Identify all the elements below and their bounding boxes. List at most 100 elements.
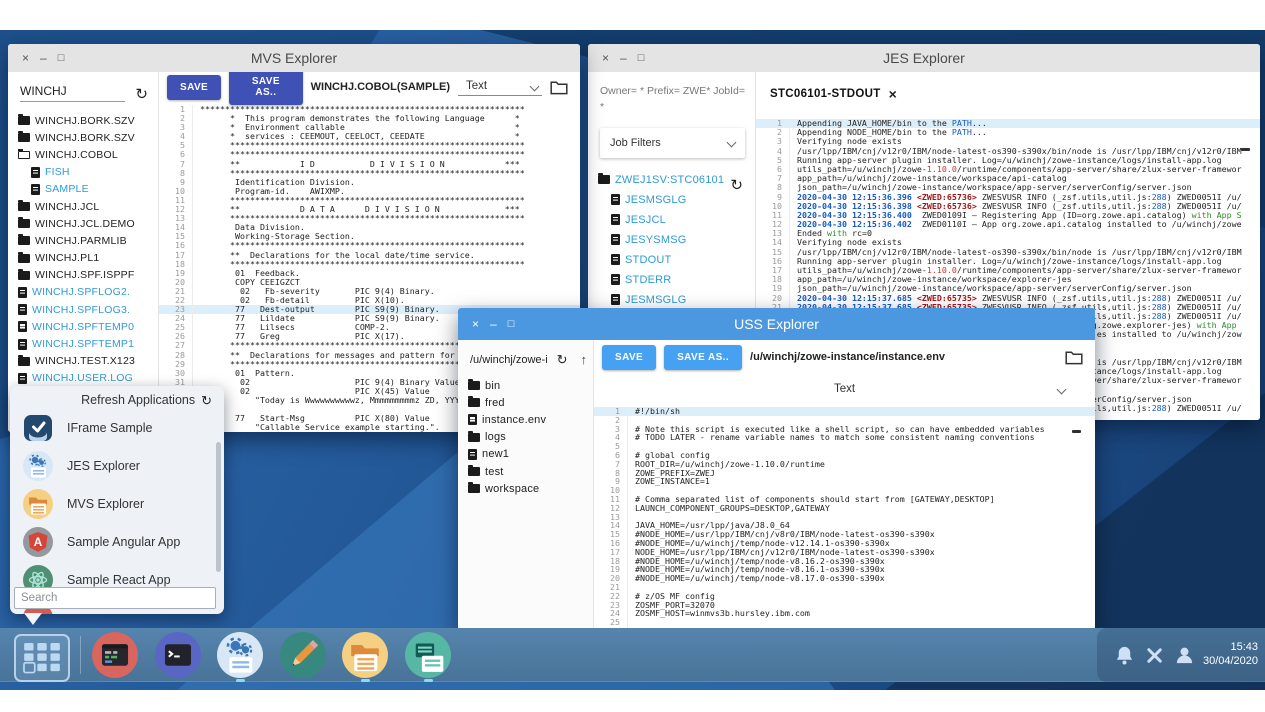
tree-item[interactable]: FISH (18, 164, 158, 181)
tree-item-label: SAMPLE (45, 183, 89, 195)
tree-item[interactable]: STDOUT (598, 250, 755, 270)
tree-item[interactable]: JESJCL (598, 210, 755, 230)
uss-toolbar: SAVE SAVE AS.. /u/winchj/zowe-instance/i… (594, 340, 1095, 374)
tree-item[interactable]: logs (468, 429, 593, 446)
jes-titlebar[interactable]: × – □ JES Explorer (588, 44, 1260, 73)
uss-explorer-icon (405, 632, 451, 678)
tab-close-icon[interactable]: × (889, 86, 897, 102)
file-icon (468, 449, 477, 460)
search-input[interactable] (14, 587, 216, 609)
minimize-icon[interactable]: – (490, 318, 497, 330)
tree-item[interactable]: WINCHJ.SPFTEMP1 (18, 335, 158, 352)
uss-main: SAVE SAVE AS.. /u/winchj/zowe-instance/i… (594, 340, 1095, 630)
tree-item[interactable]: WINCHJ.JCL (18, 198, 158, 215)
maximize-icon[interactable]: □ (58, 53, 65, 64)
app-grid-button[interactable] (14, 634, 70, 682)
qualifier-input[interactable]: WINCHJ (20, 82, 125, 102)
line-number: 7 (756, 174, 790, 183)
tree-item[interactable]: new1 (468, 446, 593, 463)
save-button[interactable]: SAVE (167, 75, 221, 100)
mvs-titlebar[interactable]: × – □ MVS Explorer (8, 44, 580, 73)
minimize-icon[interactable]: – (40, 52, 47, 64)
file-icon (18, 373, 27, 384)
line-number: 7 (159, 160, 193, 169)
code-editor[interactable]: 1#!/bin/sh23# Note this script is execut… (594, 404, 1095, 630)
tree-item[interactable]: bin (468, 377, 593, 394)
taskbar-app-editor-pencil[interactable] (280, 632, 326, 678)
tree-item[interactable]: WINCHJ.PARMLIB (18, 232, 158, 249)
tree-item[interactable]: SAMPLE (18, 181, 158, 198)
taskbar-divider (80, 636, 81, 674)
close-icon[interactable]: × (472, 318, 479, 330)
refresh-icon[interactable]: ↻ (135, 87, 148, 102)
tree-item-label: STDOUT (625, 254, 671, 266)
tree-item[interactable]: WINCHJ.SPFLOG3. (18, 301, 158, 318)
scrollbar-marker[interactable] (1072, 430, 1081, 433)
refresh-applications-label[interactable]: Refresh Applications (81, 393, 195, 407)
scrollbar[interactable] (216, 442, 221, 572)
tree-item[interactable]: JESYSMSG (598, 230, 755, 250)
launcher-app-iframe-sample[interactable]: IFrame Sample (10, 409, 224, 447)
tree-item[interactable]: JESMSGLG (598, 290, 755, 310)
tree-item[interactable]: WINCHJ.COBOL (18, 146, 158, 163)
open-folder-icon[interactable] (550, 80, 568, 95)
active-indicator (424, 679, 433, 682)
code-line: 12LAUNCH_COMPONENT_GROUPS=DESKTOP,GATEWA… (594, 504, 1095, 513)
refresh-icon[interactable]: ↻ (557, 353, 568, 366)
scrollbar-marker[interactable] (1241, 148, 1250, 151)
tree-item[interactable]: workspace (468, 480, 593, 497)
save-as-button[interactable]: SAVE AS.. (664, 345, 742, 370)
launcher-app-jes-explorer[interactable]: JES Explorer (10, 447, 224, 485)
tree-item-label: new1 (482, 448, 509, 460)
save-button[interactable]: SAVE (602, 345, 656, 370)
taskbar-app-terminal-3270[interactable] (92, 632, 138, 678)
folder-icon (18, 116, 30, 125)
launcher-app-mvs-explorer[interactable]: MVS Explorer (10, 485, 224, 523)
uss-titlebar[interactable]: × – □ USS Explorer (458, 308, 1095, 340)
tree-item[interactable]: WINCHJ.SPFLOG2. (18, 284, 158, 301)
tab-stc06101-stdout[interactable]: STC06101-STDOUT × (770, 86, 897, 102)
job-filters-accordion[interactable]: Job Filters (600, 128, 745, 158)
taskbar-app-uss-explorer[interactable] (405, 632, 451, 678)
close-icon[interactable]: × (602, 52, 609, 64)
tree-item[interactable]: WINCHJ.TEST.X123 (18, 353, 158, 370)
tree-item-label: WINCHJ.SPFTEMP1 (32, 338, 134, 350)
tree-item[interactable]: fred (468, 394, 593, 411)
open-folder-icon[interactable] (1065, 350, 1083, 365)
open-file-label: WINCHJ.COBOL(SAMPLE) (311, 81, 450, 93)
refresh-icon[interactable]: ↻ (730, 176, 743, 194)
user-account-icon[interactable] (1173, 644, 1196, 667)
up-directory-icon[interactable]: ↑ (581, 352, 588, 367)
line-number: 4 (159, 132, 193, 141)
maximize-icon[interactable]: □ (638, 53, 645, 64)
refresh-icon[interactable]: ↻ (201, 394, 212, 407)
tree-item[interactable]: WINCHJ.SPF.ISPPF (18, 267, 158, 284)
tree-item[interactable]: test (468, 463, 593, 480)
jes-tabrow: STC06101-STDOUT × (756, 72, 1260, 116)
tree-item[interactable]: STDERR (598, 270, 755, 290)
taskbar-app-jes-explorer[interactable] (217, 632, 263, 678)
syntax-select[interactable]: Text (458, 78, 542, 96)
tree-item[interactable]: WINCHJ.JCL.DEMO (18, 215, 158, 232)
tree-item[interactable]: WINCHJ.PL1 (18, 250, 158, 267)
save-as-button[interactable]: SAVE AS.. (229, 72, 303, 105)
taskbar-app-mvs-explorer[interactable] (342, 632, 388, 678)
tree-item-label: workspace (485, 483, 539, 495)
maximize-icon[interactable]: □ (508, 319, 515, 330)
file-icon (18, 321, 27, 332)
tree-item[interactable]: instance.env (468, 411, 593, 428)
tree-item[interactable]: WINCHJ.BORK.SZV (18, 129, 158, 146)
tree-item[interactable]: WINCHJ.USER.LOG (18, 370, 158, 387)
taskbar-app-terminal-vt[interactable] (155, 632, 201, 678)
launcher-app-sample-angular-app[interactable]: A Sample Angular App (10, 523, 224, 561)
syntax-select[interactable]: Text (594, 374, 1095, 404)
tree-item[interactable]: WINCHJ.SPFTEMP0 (18, 318, 158, 335)
path-input[interactable]: /u/winchj/zowe-in (470, 354, 548, 366)
tree-item-label: fred (485, 397, 505, 409)
notifications-bell-icon[interactable] (1113, 644, 1136, 667)
tree-item[interactable]: WINCHJ.BORK.SZV (18, 112, 158, 129)
minimize-icon[interactable]: – (620, 52, 627, 64)
settings-tools-icon[interactable] (1143, 644, 1166, 667)
clock-date: 30/04/2020 (1203, 655, 1258, 669)
close-icon[interactable]: × (22, 52, 29, 64)
